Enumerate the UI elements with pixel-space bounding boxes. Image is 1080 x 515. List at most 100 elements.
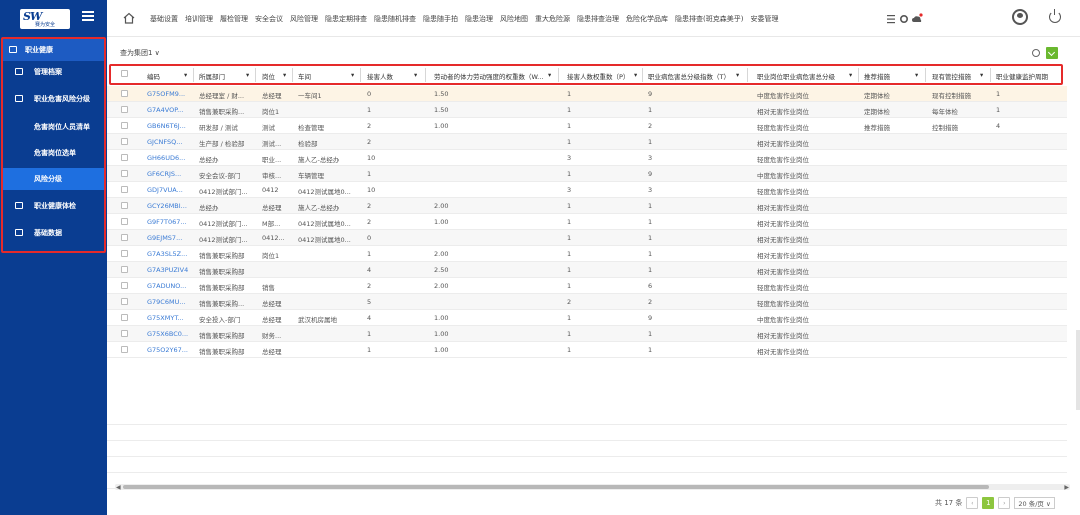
nav-item[interactable]: 培训管理 [185,14,213,24]
nav-item[interactable]: 安委管理 [750,14,778,24]
row-checkbox[interactable] [121,138,128,145]
sidebar-item-hazard-staff-list[interactable]: 危害岗位人员清单 [3,116,104,138]
table-row[interactable]: G9EJMS7... 0412测试部门... 0412... 0412测试属地0...… [107,230,1067,246]
table-row[interactable]: GF6CRJS... 安全会议-部门 审核... 车辆管理 1 1 9 中度危害作业岗位 [107,166,1067,182]
sidebar-item-risk-grading[interactable]: 风险分级 [3,168,104,190]
row-checkbox[interactable] [121,250,128,257]
cell-code[interactable]: G9EJMS7... [147,234,191,242]
nav-item[interactable]: 隐患随手拍 [423,14,458,24]
cell-code[interactable]: G7ADUNO... [147,282,191,290]
sidebar-item-management-archive[interactable]: 管理档案 [3,61,104,83]
more-menu-icon[interactable] [887,15,895,24]
cloud-alert-icon[interactable] [912,13,923,22]
nav-item[interactable]: 风险管理 [290,14,318,24]
cell-hazard-grade: 相对无害作业岗位 [757,268,809,276]
horizontal-scrollbar[interactable]: ◀ ▶ [115,484,1070,491]
settings-gear-icon[interactable] [900,14,909,24]
row-checkbox[interactable] [121,122,128,129]
scroll-right-icon[interactable]: ▶ [1064,484,1069,491]
cell-total-grading-index: 6 [648,282,653,290]
table-row[interactable]: G7ADUNO... 销售兼职采购部 销售 2 2.00 1 6 轻度危害作业岗位 [107,278,1067,294]
row-checkbox[interactable] [121,282,128,289]
sidebar-item-occupational-health[interactable]: 职业健康 [3,39,104,61]
cell-code[interactable]: G7A3PUZIV4 [147,266,191,274]
row-checkbox[interactable] [121,218,128,225]
scrollbar-thumb[interactable] [123,485,989,489]
cell-code[interactable]: GCY26MBI... [147,202,191,210]
cell-total-grading-index: 3 [648,186,653,194]
cell-department: 总经办 [199,156,219,164]
row-checkbox[interactable] [121,106,128,113]
table-row[interactable]: G7A3SL5Z... 销售兼职采购部 岗位1 1 2.00 1 1 相对无害作业岗位 [107,246,1067,262]
nav-item[interactable]: 风险地图 [500,14,528,24]
row-checkbox[interactable] [121,266,128,273]
row-checkbox[interactable] [121,202,128,209]
sidebar-item-hazard-post-list[interactable]: 危害岗位选单 [3,142,104,164]
column-settings-icon[interactable] [1032,49,1040,57]
nav-item[interactable]: 隐患排查治理 [577,14,619,24]
cell-code[interactable]: G75OFM9... [147,90,191,98]
row-checkbox[interactable] [121,234,128,241]
prev-page-button[interactable]: ‹ [966,497,979,509]
cell-code[interactable]: G75XMYT... [147,314,191,322]
table-row[interactable]: G75X6BC0... 销售兼职采购部 财务... 1 1.00 1 1 相对无害作业岗位 [107,326,1067,342]
row-checkbox[interactable] [121,298,128,305]
page-size-select[interactable]: 20 条/页 ∨ [1014,497,1055,509]
row-checkbox[interactable] [121,346,128,353]
table-row[interactable]: G9F7T067... 0412测试部门... M部... 0412测试属地0... 2… [107,214,1067,230]
cell-code[interactable]: G9F7T067... [147,218,191,226]
table-row[interactable]: GB6N6T6J... 研发部 / 测试 测试 检查管理 2 1.00 1 2 轻度危害作业岗位… [107,118,1067,134]
main-content: 查为集团1 ∨ 编码 ▾ 所属部门 ▾ 岗位 ▾ 车间 ▾ 接害人数 ▾ 劳动者… [107,38,1080,515]
table-row[interactable]: G7A3PUZIV4 销售兼职采购部 4 2.50 1 1 相对无害作业岗位 [107,262,1067,278]
sidebar-item-base-data[interactable]: 基础数据 [3,222,104,244]
cell-code[interactable]: G7A3SL5Z... [147,250,191,258]
row-checkbox[interactable] [121,186,128,193]
cell-code[interactable]: G75O2Y67... [147,346,191,354]
power-icon[interactable] [1049,9,1061,23]
nav-item[interactable]: 隐患治理 [465,14,493,24]
sidebar-item-health-exam[interactable]: 职业健康体检 [3,195,104,217]
nav-item[interactable]: 履检管理 [220,14,248,24]
next-page-button[interactable]: › [998,497,1011,509]
row-checkbox[interactable] [121,154,128,161]
cell-code[interactable]: G79C6MU... [147,298,191,306]
table-row[interactable]: G75XMYT... 安全投入-部门 总经理 武汉机房属地 4 1.00 1 9 中度危害作业岗… [107,310,1067,326]
nav-item[interactable]: 隐患随机排查 [374,14,416,24]
table-row[interactable]: GH66UD6... 总经办 职业... 施人乙-总经办 10 3 3 轻度危害作业岗位 [107,150,1067,166]
nav-item[interactable]: 危险化学品库 [626,14,668,24]
cell-code[interactable]: GDJ7VUA... [147,186,191,194]
sidebar-item-hazard-risk-grading[interactable]: 职业危害风险分级 [3,88,104,110]
nav-item[interactable]: 重大危险源 [535,14,570,24]
cell-exposed-count: 10 [367,154,376,162]
cell-code[interactable]: GH66UD6... [147,154,191,162]
menu-toggle-icon[interactable] [82,11,94,21]
row-checkbox[interactable] [121,90,128,97]
nav-item[interactable]: 安全会议 [255,14,283,24]
cell-code[interactable]: G75X6BC0... [147,330,191,338]
cell-code[interactable]: GJCNFSQ... [147,138,191,146]
expand-toggle-button[interactable] [1046,47,1058,59]
table-row[interactable]: G79C6MU... 销售兼职采购... 总经理 5 2 2 轻度危害作业岗位 [107,294,1067,310]
row-checkbox[interactable] [121,170,128,177]
nav-item[interactable]: 隐患定期排查 [325,14,367,24]
vertical-scrollbar[interactable] [1076,330,1080,410]
user-avatar-icon[interactable] [1012,9,1028,25]
table-row[interactable]: G75OFM9... 总经理室 / 财... 总经理 一车间1 0 1.50 1 9 中度危害作… [107,86,1067,102]
cell-code[interactable]: GF6CRJS... [147,170,191,178]
table-row[interactable]: GJCNFSQ... 生产部 / 检验部 测试... 检验部 2 1 1 相对无害作业岗位 [107,134,1067,150]
cell-code[interactable]: GB6N6T6J... [147,122,191,130]
current-page-button[interactable]: 1 [982,497,995,509]
scroll-left-icon[interactable]: ◀ [116,484,121,491]
group-filter-dropdown[interactable]: 查为集团1 ∨ [120,48,160,58]
cell-recommended-measure: 定期体检 [864,108,890,116]
table-row[interactable]: G75O2Y67... 销售兼职采购部 总经理 1 1.00 1 1 相对无害作业岗位 [107,342,1067,358]
home-icon[interactable] [123,12,135,24]
row-checkbox[interactable] [121,314,128,321]
cell-code[interactable]: G7A4VOP... [147,106,191,114]
nav-item[interactable]: 基础设置 [150,14,178,24]
table-row[interactable]: G7A4VOP... 销售兼职采购... 岗位1 1 1.50 1 1 相对无害作业岗位 定期体… [107,102,1067,118]
table-row[interactable]: GCY26MBI... 总经办 总经理 施人乙-总经办 2 2.00 1 1 相对无害作业岗位 [107,198,1067,214]
nav-item[interactable]: 隐患排查(斑克森美乎) [675,14,743,24]
row-checkbox[interactable] [121,330,128,337]
table-row[interactable]: GDJ7VUA... 0412测试部门... 0412 0412测试属地0... 10 3… [107,182,1067,198]
